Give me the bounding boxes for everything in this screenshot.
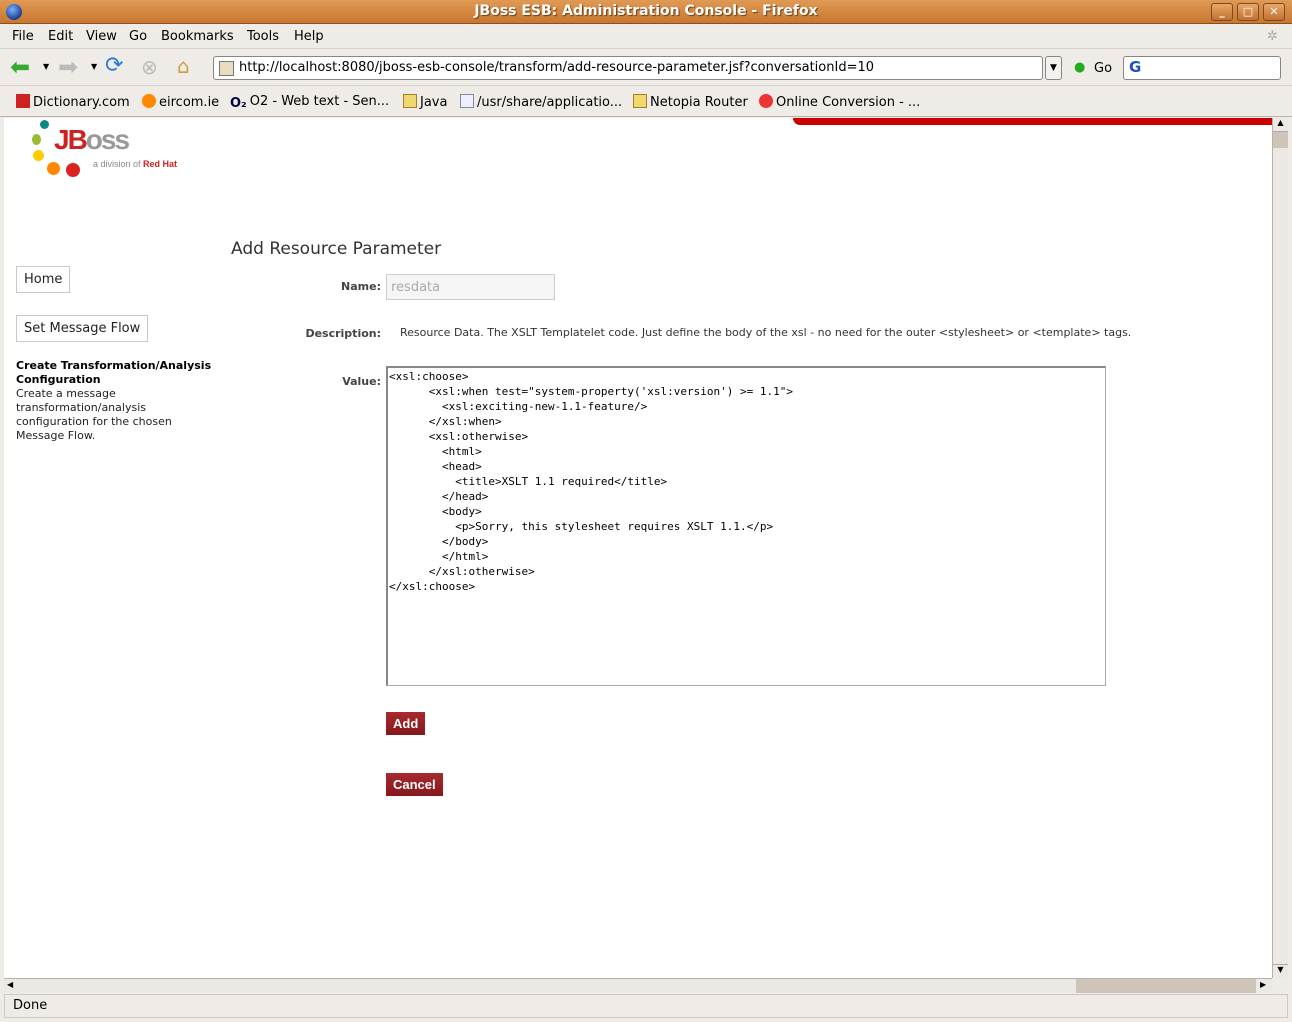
page-content: JBoss a division of Red Hat Add Resource…	[4, 118, 1272, 978]
folder-icon	[633, 94, 647, 108]
value-label: Value:	[342, 375, 381, 388]
bookmark-netopia[interactable]: Netopia Router	[633, 94, 748, 110]
section-description: Create a message transformation/analysis…	[16, 387, 172, 442]
o2-icon: O₂	[230, 96, 247, 111]
vertical-scrollbar[interactable]: ▲ ▼	[1272, 118, 1288, 978]
go-button[interactable]: Go	[1094, 61, 1112, 76]
back-icon[interactable]: ⬅	[10, 53, 30, 81]
scroll-left-icon[interactable]: ◀	[7, 980, 13, 989]
url-text: http://localhost:8080/jboss-esb-console/…	[239, 60, 875, 75]
name-label: Name:	[341, 280, 381, 293]
google-icon[interactable]: G	[1129, 58, 1141, 76]
bookmarks-toolbar: Dictionary.com eircom.ie O₂ O2 - Web text…	[0, 87, 1292, 117]
file-icon	[460, 94, 474, 108]
add-button[interactable]: Add	[386, 712, 426, 735]
menu-bar: File Edit View Go Bookmarks Tools Help ✲	[0, 25, 1292, 49]
conversion-icon	[759, 94, 773, 108]
scroll-right-icon[interactable]: ▶	[1260, 980, 1266, 989]
menu-tools[interactable]: Tools	[247, 29, 279, 44]
cancel-button[interactable]: Cancel	[386, 773, 443, 796]
bookmark-dictionary[interactable]: Dictionary.com	[16, 94, 130, 110]
search-input[interactable]: G	[1123, 56, 1281, 80]
status-bar: Done	[4, 994, 1288, 1018]
throbber-icon: ✲	[1267, 29, 1278, 44]
bookmark-eircom[interactable]: eircom.ie	[142, 94, 219, 110]
page-title: Add Resource Parameter	[231, 239, 442, 259]
home-button[interactable]: Home	[16, 266, 71, 293]
bookmark-o2[interactable]: O₂ O2 - Web text - Sen...	[230, 94, 389, 111]
section-title: Create Transformation/Analysis Configura…	[16, 359, 212, 386]
bookmark-usr-share[interactable]: /usr/share/applicatio...	[460, 94, 622, 110]
go-icon[interactable]: ●	[1074, 60, 1085, 75]
bookmark-online-conversion[interactable]: Online Conversion - ...	[759, 94, 920, 110]
menu-edit[interactable]: Edit	[48, 29, 73, 44]
menu-go[interactable]: Go	[129, 29, 147, 44]
name-input[interactable]	[386, 274, 555, 300]
menu-file[interactable]: File	[12, 29, 34, 44]
forward-dropdown-icon[interactable]: ▼	[91, 62, 97, 71]
scroll-up-icon[interactable]: ▲	[1273, 118, 1288, 132]
value-textarea[interactable]: <xsl:choose> <xsl:when test="system-prop…	[386, 366, 1106, 686]
scroll-down-icon[interactable]: ▼	[1273, 964, 1288, 978]
maximize-button[interactable]: □	[1237, 3, 1259, 21]
minimize-button[interactable]: _	[1211, 3, 1233, 21]
header-banner	[793, 118, 1272, 125]
home-icon[interactable]: ⌂	[177, 54, 190, 78]
page-favicon-icon	[219, 61, 234, 76]
set-message-flow-button[interactable]: Set Message Flow	[16, 315, 149, 342]
stop-icon[interactable]: ⊗	[141, 55, 158, 79]
bookmark-java[interactable]: Java	[403, 94, 447, 110]
eircom-icon	[142, 94, 156, 108]
sidebar-section: Create Transformation/Analysis Configura…	[16, 359, 216, 443]
title-bar: JBoss ESB: Administration Console - Fire…	[0, 0, 1292, 24]
horizontal-scroll-thumb[interactable]	[1076, 979, 1256, 993]
forward-icon[interactable]: ➡	[58, 53, 78, 81]
description-label: Description:	[305, 327, 381, 340]
reload-icon[interactable]: ⟳	[105, 53, 123, 78]
horizontal-scrollbar[interactable]: ◀ ▶	[4, 978, 1272, 993]
close-button[interactable]: ✕	[1263, 3, 1285, 21]
menu-bookmarks[interactable]: Bookmarks	[161, 29, 234, 44]
window-title: JBoss ESB: Administration Console - Fire…	[474, 3, 818, 19]
menu-help[interactable]: Help	[294, 29, 324, 44]
url-history-dropdown[interactable]: ▼	[1045, 56, 1062, 80]
back-dropdown-icon[interactable]: ▼	[43, 62, 49, 71]
url-input[interactable]: http://localhost:8080/jboss-esb-console/…	[213, 56, 1043, 80]
book-icon	[16, 94, 30, 108]
vertical-scroll-thumb[interactable]	[1273, 132, 1288, 148]
jboss-logo: JBoss a division of Red Hat	[30, 118, 190, 180]
folder-icon	[403, 94, 417, 108]
navigation-toolbar: ⬅ ▼ ➡ ▼ ⟳ ⊗ ⌂ http://localhost:8080/jbos…	[0, 50, 1292, 86]
menu-view[interactable]: View	[86, 29, 117, 44]
description-text: Resource Data. The XSLT Templatelet code…	[400, 326, 1132, 339]
